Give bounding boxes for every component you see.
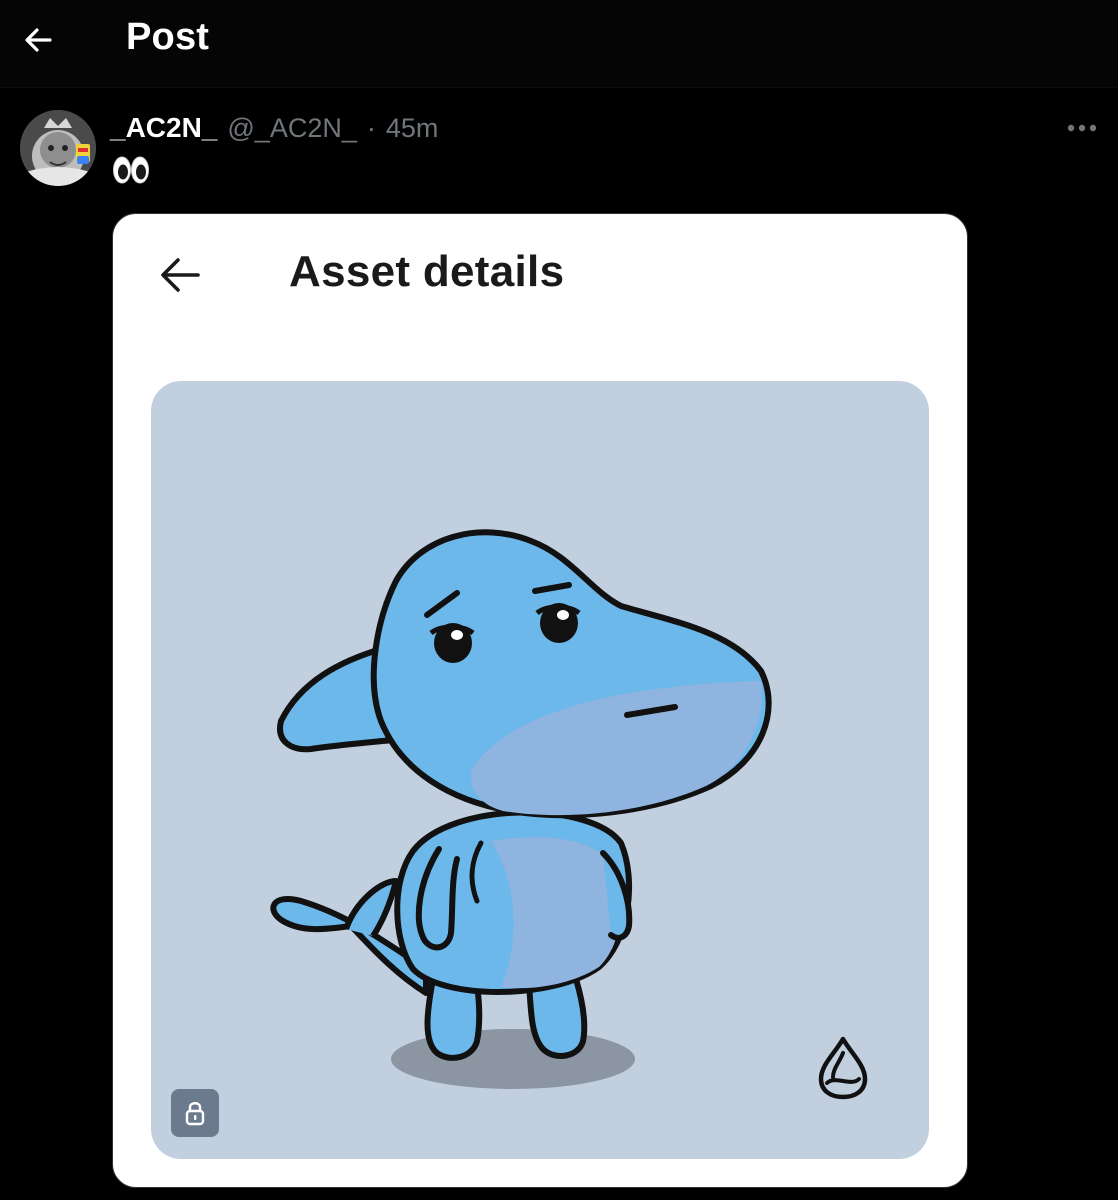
- page-title: Post: [126, 16, 210, 58]
- avatar[interactable]: [20, 110, 96, 186]
- more-horizontal-icon: [1067, 124, 1097, 132]
- top-bar: Post: [0, 0, 1118, 88]
- author-display-name[interactable]: _AC2N_: [110, 112, 217, 144]
- dolphin-character-illustration: [270, 529, 772, 1089]
- asset-artwork: [151, 381, 929, 1159]
- asset-details-title: Asset details: [289, 247, 565, 296]
- asset-back-button: [153, 248, 207, 302]
- lock-button: [171, 1089, 219, 1137]
- post-header: _AC2N_ @_AC2N_ · 45m: [110, 112, 438, 148]
- avatar-image: [20, 110, 96, 186]
- sui-drop-icon: [818, 1036, 868, 1100]
- post-text: [112, 154, 150, 190]
- separator-dot: ·: [366, 113, 376, 143]
- author-handle[interactable]: @_AC2N_: [227, 113, 356, 144]
- arrow-left-icon: [25, 28, 52, 52]
- post[interactable]: _AC2N_ @_AC2N_ · 45m Asset details: [0, 88, 1118, 1200]
- back-button[interactable]: [16, 18, 60, 62]
- more-options-button[interactable]: [1060, 114, 1104, 142]
- post-timestamp[interactable]: 45m: [386, 113, 439, 144]
- arrow-left-icon: [161, 258, 200, 292]
- post-media-image[interactable]: Asset details: [112, 213, 968, 1188]
- lock-icon: [185, 1102, 205, 1126]
- eyes-emoji: [113, 156, 149, 184]
